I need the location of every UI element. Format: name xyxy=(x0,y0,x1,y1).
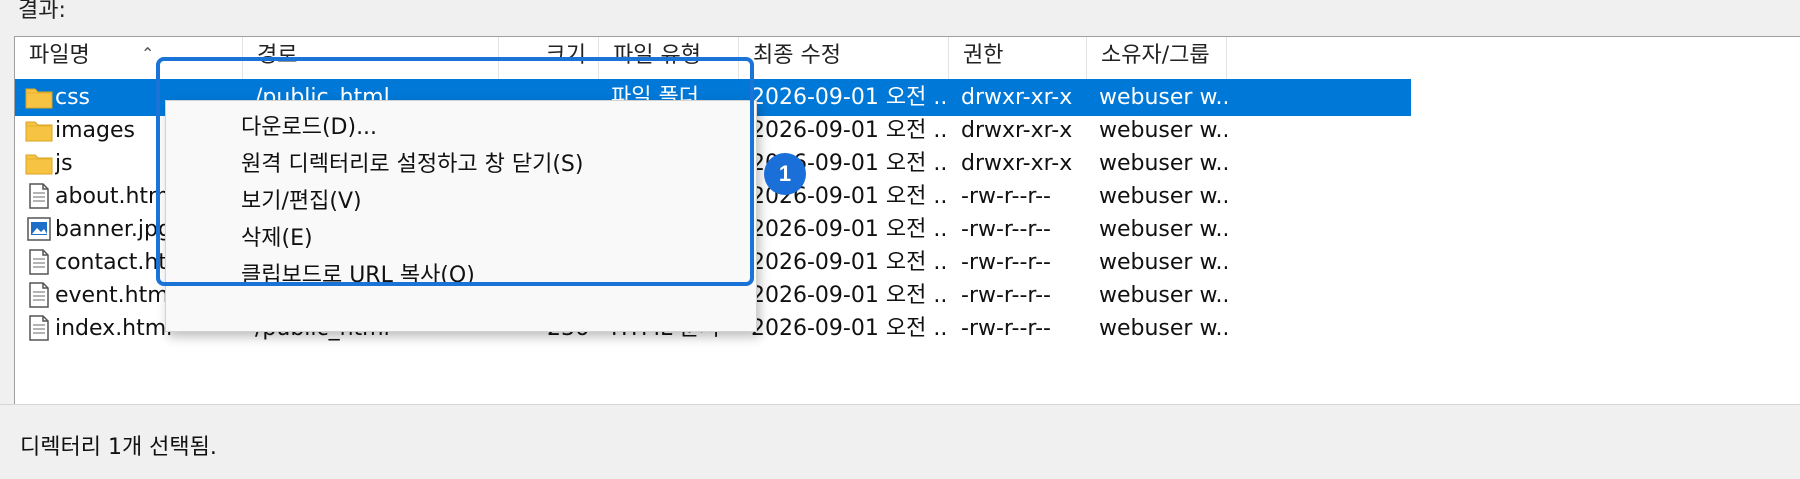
file-owner-cell: webuser w... xyxy=(1099,184,1227,209)
column-header-permissions[interactable]: 권한 xyxy=(949,37,1087,79)
file-modified-cell: 2026-09-01 오전 ... xyxy=(751,217,947,242)
file-owner-cell: webuser w... xyxy=(1099,85,1227,110)
file-owner-cell: webuser w... xyxy=(1099,151,1227,176)
column-header-owner[interactable]: 소유자/그룹 xyxy=(1087,37,1227,79)
results-label: 결과: xyxy=(18,0,66,23)
file-perms-cell: drwxr-xr-x xyxy=(961,118,1073,143)
folder-icon xyxy=(25,84,53,110)
file-owner-cell: webuser w... xyxy=(1099,283,1227,308)
file-modified-cell: 2026-09-01 오전 ... xyxy=(751,316,947,341)
file-modified-cell: 2026-09-01 오전 ... xyxy=(751,283,947,308)
file-perms-cell: -rw-r--r-- xyxy=(961,250,1051,275)
status-bar: 디렉터리 1개 선택됨. xyxy=(0,404,1800,479)
file-perms-cell: -rw-r--r-- xyxy=(961,217,1051,242)
sort-ascending-icon: ⌃ xyxy=(141,44,155,63)
file-perms-cell: -rw-r--r-- xyxy=(961,283,1051,308)
column-header-modified[interactable]: 최종 수정 xyxy=(739,37,949,79)
file-owner-cell: webuser w... xyxy=(1099,217,1227,242)
document-icon xyxy=(25,249,53,275)
file-perms-cell: drwxr-xr-x xyxy=(961,151,1073,176)
file-perms-cell: drwxr-xr-x xyxy=(961,85,1073,110)
folder-icon xyxy=(25,117,53,143)
file-modified-cell: 2026-09-01 오전 ... xyxy=(751,118,947,143)
file-owner-cell: webuser w... xyxy=(1099,316,1227,341)
status-text: 디렉터리 1개 선택됨. xyxy=(20,435,217,460)
file-perms-cell: -rw-r--r-- xyxy=(961,316,1051,341)
file-owner-cell: webuser w... xyxy=(1099,118,1227,143)
document-icon xyxy=(25,183,53,209)
folder-icon xyxy=(25,150,53,176)
file-modified-cell: 2026-09-01 오전 ... xyxy=(751,250,947,275)
file-modified-cell: 2026-09-01 오전 ... xyxy=(751,85,947,110)
document-icon xyxy=(25,315,53,341)
file-owner-cell: webuser w... xyxy=(1099,250,1227,275)
column-header-name-label: 파일명 xyxy=(29,43,90,68)
file-perms-cell: -rw-r--r-- xyxy=(961,184,1051,209)
annotation-callout-badge: 1 xyxy=(764,153,806,195)
document-icon xyxy=(25,282,53,308)
image-file-icon xyxy=(25,216,53,242)
annotation-highlight-box xyxy=(156,57,754,286)
